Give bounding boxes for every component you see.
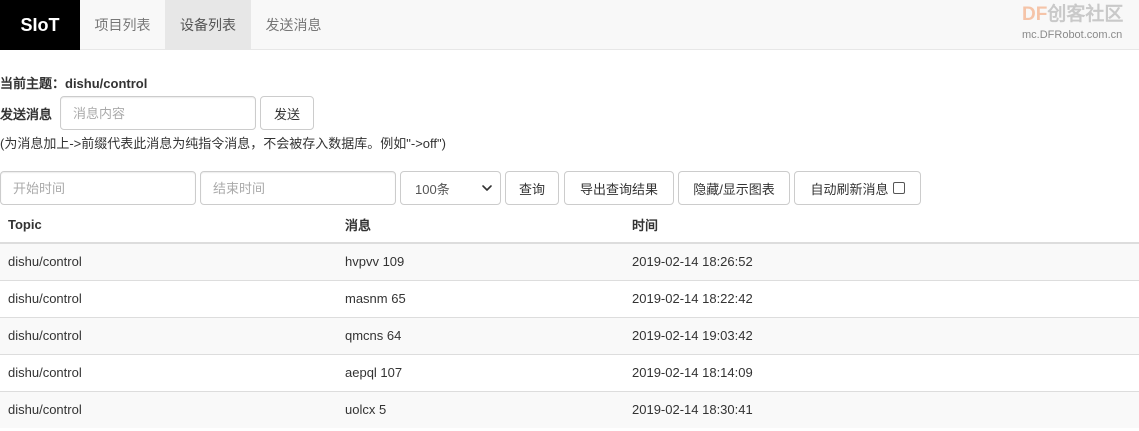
limit-select-value: 100条 (415, 181, 450, 197)
cell-message: masnm 65 (337, 279, 624, 317)
auto-refresh-checkbox[interactable] (892, 182, 905, 194)
toggle-chart-button[interactable]: 隐藏/显示图表 (678, 171, 790, 205)
table-row: dishu/control hvpvv 109 2019-02-14 18:26… (0, 242, 1139, 280)
chevron-down-icon (482, 185, 492, 191)
cell-topic: dishu/control (0, 242, 337, 280)
cell-message: uolcx 5 (337, 390, 624, 428)
logo-df-text: DF (1022, 4, 1048, 25)
command-hint-text: (为消息加上->前缀代表此消息为纯指令消息，不会被存入数据库。例如"->off"… (0, 136, 446, 151)
header-message[interactable]: 消息 (337, 206, 624, 244)
send-button[interactable]: 发送 (260, 96, 314, 130)
cell-time: 2019-02-14 18:26:52 (624, 242, 1139, 280)
header-topic[interactable]: Topic (0, 206, 337, 244)
brand-logo[interactable]: SIoT (0, 0, 80, 50)
table-row: dishu/control uolcx 5 2019-02-14 18:30:4… (0, 390, 1139, 428)
cell-message: qmcns 64 (337, 316, 624, 354)
table-row: dishu/control qmcns 64 2019-02-14 19:03:… (0, 316, 1139, 354)
result-limit-select[interactable]: 100条 (400, 171, 501, 205)
send-message-label: 发送消息 (0, 107, 53, 122)
cell-topic: dishu/control (0, 316, 337, 354)
auto-refresh-label: 自动刷新消息 (810, 181, 889, 197)
cell-message: hvpvv 109 (337, 242, 624, 280)
table-row: dishu/control aepql 107 2019-02-14 18:14… (0, 353, 1139, 391)
cell-topic: dishu/control (0, 390, 337, 428)
message-input[interactable] (60, 96, 256, 130)
start-time-input[interactable] (0, 171, 196, 205)
query-button[interactable]: 查询 (505, 171, 559, 205)
tab-device-list[interactable]: 设备列表 (165, 0, 251, 50)
tab-send-message[interactable]: 发送消息 (251, 0, 336, 50)
auto-refresh-toggle[interactable]: 自动刷新消息 (794, 171, 921, 205)
logo-url-text: mc.DFRobot.com.cn (1022, 29, 1123, 41)
current-topic-label: 当前主题：dishu/control (0, 76, 148, 91)
navbar: SIoT 项目列表 设备列表 发送消息 DF创客社区 mc.DFRobot.co… (0, 0, 1139, 50)
cell-message: aepql 107 (337, 353, 624, 391)
header-time[interactable]: 时间 (624, 206, 1139, 244)
table-header-row: Topic 消息 时间 (0, 206, 1139, 244)
export-results-button[interactable]: 导出查询结果 (564, 171, 674, 205)
message-table: Topic 消息 时间 dishu/control hvpvv 109 2019… (0, 206, 1139, 428)
cell-topic: dishu/control (0, 353, 337, 391)
cell-time: 2019-02-14 18:22:42 (624, 279, 1139, 317)
dfrobot-watermark-logo: DF创客社区 mc.DFRobot.com.cn (1022, 4, 1138, 46)
cell-topic: dishu/control (0, 279, 337, 317)
tab-project-list[interactable]: 项目列表 (80, 0, 165, 50)
end-time-input[interactable] (200, 171, 396, 205)
logo-cn-text: 创客社区 (1047, 4, 1124, 25)
cell-time: 2019-02-14 19:03:42 (624, 316, 1139, 354)
cell-time: 2019-02-14 18:14:09 (624, 353, 1139, 391)
cell-time: 2019-02-14 18:30:41 (624, 390, 1139, 428)
table-row: dishu/control masnm 65 2019-02-14 18:22:… (0, 279, 1139, 317)
